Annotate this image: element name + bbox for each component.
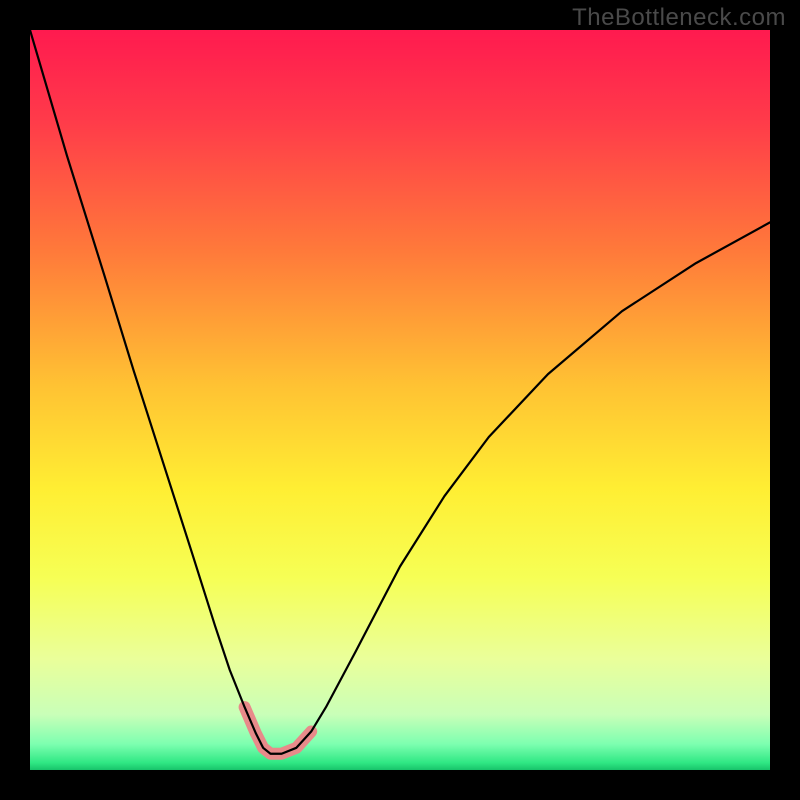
plot-area	[30, 30, 770, 770]
chart-frame: TheBottleneck.com	[0, 0, 800, 800]
chart-background	[30, 30, 770, 770]
watermark-text: TheBottleneck.com	[572, 4, 786, 32]
chart-svg	[30, 30, 770, 770]
